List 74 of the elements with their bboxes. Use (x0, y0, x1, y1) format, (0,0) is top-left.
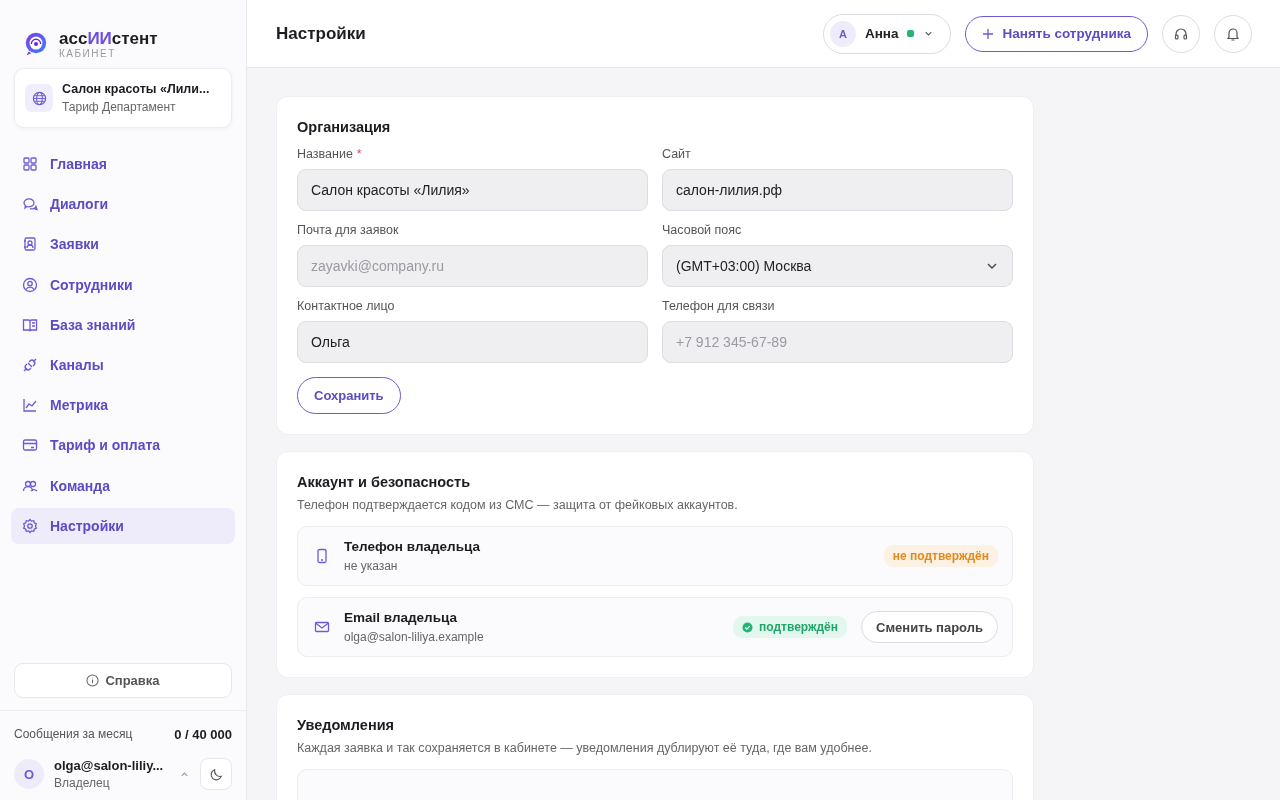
globe-icon (25, 84, 53, 112)
field-label: Почта для заявок (297, 223, 400, 237)
chat-icon (22, 196, 38, 213)
plus-icon (982, 27, 995, 40)
logo-subtitle: КАБИНЕТ (59, 47, 117, 59)
check-circle-icon (742, 621, 753, 633)
dark-mode-button[interactable] (200, 758, 232, 790)
headset-icon (1173, 25, 1189, 42)
timezone-dropdown[interactable]: (GMT+03:00) Москва (662, 245, 1013, 287)
nav-item[interactable]: Настройки (11, 507, 235, 544)
page-title: Настройки (276, 23, 366, 44)
grid-icon (22, 156, 38, 172)
field-label: Часовой пояс (662, 223, 743, 237)
avatar: O (14, 759, 44, 789)
headset-logo-icon (23, 31, 49, 57)
notifications-button[interactable] (1214, 14, 1252, 53)
account-role: Владелец (54, 776, 111, 790)
contact-card-icon (22, 236, 38, 253)
usage-count: 0 / 40 000 (174, 727, 232, 742)
input-field[interactable]: zayavki@company.ru (297, 245, 648, 287)
plan-name: Тариф Департамент (62, 100, 177, 114)
nav-item[interactable]: Заявки (11, 226, 235, 263)
input-field[interactable]: +7 912 345-67-89 (662, 321, 1013, 363)
section-title: Аккаунт и безопасность (297, 474, 472, 490)
envelope-icon (314, 619, 330, 635)
account-email: olga@salon-liliy... (54, 758, 165, 773)
book-icon (22, 316, 38, 333)
row-value: olga@salon-liliya.example (344, 630, 485, 644)
user-menu[interactable]: А Анна (822, 13, 952, 54)
section-description: Телефон подтверждается кодом из СМС — защита от фейковых аккаунтов. (297, 498, 739, 512)
nav-item[interactable]: База знаний (11, 306, 235, 343)
plug-icon (22, 356, 38, 373)
hire-button[interactable]: Нанять сотрудника (965, 15, 1148, 52)
nav-item[interactable]: Метрика (11, 387, 235, 424)
organization-card[interactable]: Салон красоты «Лили... Тариф Департамент (14, 68, 232, 128)
input-field[interactable]: салон-лилия.рф (662, 169, 1013, 211)
row-title: Email владельца (344, 610, 458, 625)
section-title: Уведомления (297, 717, 396, 733)
nav-item[interactable]: Команда (11, 467, 235, 504)
nav-item[interactable]: Главная (11, 146, 235, 182)
status-badge: подтверждён (733, 616, 848, 638)
usage-label: Сообщения за месяц (14, 727, 133, 742)
field-label: Контактное лицо (297, 299, 396, 313)
nav-item[interactable]: Тариф и оплата (11, 427, 235, 464)
save-button[interactable]: Сохранить (297, 377, 401, 414)
change-password-button[interactable]: Сменить пароль (861, 611, 998, 643)
user-name: Анна (864, 26, 899, 41)
settings-icon (22, 517, 38, 534)
field-label: Название * (297, 147, 363, 161)
status-badge: не подтверждён (883, 545, 998, 567)
help-button[interactable]: Справка (14, 663, 232, 698)
field-label: Сайт (662, 147, 692, 161)
bell-icon (1225, 25, 1241, 42)
organization-name: Салон красоты «Лили... (62, 82, 210, 96)
phone-icon (314, 548, 330, 564)
credit-card-icon (22, 437, 38, 454)
user-circle-icon (22, 276, 38, 293)
row-value: не указан (344, 559, 399, 573)
field-label: Телефон для связи (662, 299, 776, 313)
avatar: А (829, 20, 856, 47)
input-field[interactable]: Ольга (297, 321, 648, 363)
chart-icon (22, 397, 38, 414)
required-asterisk: * (356, 147, 362, 161)
nav-item[interactable]: Диалоги (11, 186, 235, 223)
logo-wordmark: ассИИстент (59, 29, 158, 48)
nav-item[interactable]: Каналы (11, 346, 235, 383)
info-icon (86, 674, 100, 687)
section-title: Организация (297, 119, 392, 135)
row-title: Телефон владельца (344, 539, 481, 554)
input-field[interactable]: Салон красоты «Лилия» (297, 169, 648, 211)
moon-icon (208, 766, 224, 782)
section-description: Каждая заявка и так сохраняется в кабинете — уведомления дублируют её туда, где вам удобнее. (297, 741, 873, 755)
nav-item[interactable]: Сотрудники (11, 266, 235, 303)
support-button[interactable] (1162, 14, 1200, 53)
